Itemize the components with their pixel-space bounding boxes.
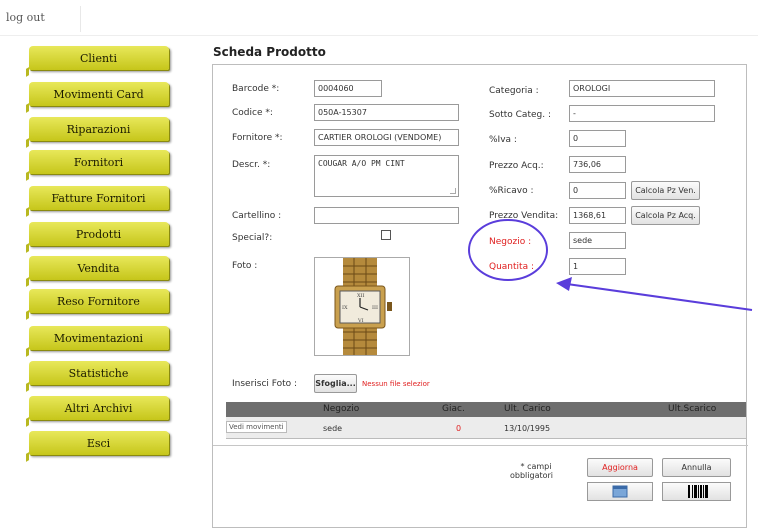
- negozio-field[interactable]: sede: [569, 232, 626, 249]
- negozio-label: Negozio :: [489, 237, 532, 247]
- sidebar-item-label: Movimenti Card: [53, 88, 144, 101]
- codice-field[interactable]: 050A-15307: [314, 104, 459, 121]
- special-label: Special?:: [232, 233, 273, 243]
- descr-label: Descr. *:: [232, 160, 271, 170]
- sidebar-item-esci[interactable]: Esci: [26, 431, 171, 462]
- resize-grip-icon[interactable]: [450, 188, 456, 194]
- top-bar: log out: [0, 0, 758, 36]
- descr-textarea[interactable]: COUGAR A/O PM CINT: [314, 155, 459, 197]
- ricavo-field[interactable]: 0: [569, 182, 626, 199]
- sidebar-item-altri-archivi[interactable]: Altri Archivi: [26, 396, 171, 427]
- quantita-field[interactable]: 1: [569, 258, 626, 275]
- sidebar-item-fatture-fornitori[interactable]: Fatture Fornitori: [26, 186, 171, 217]
- sidebar-item-vendita[interactable]: Vendita: [26, 256, 171, 287]
- table-row: Vedi movimenti sede 0 13/10/1995: [226, 417, 746, 439]
- page-title: Scheda Prodotto: [213, 45, 326, 59]
- svg-text:XII: XII: [357, 293, 365, 299]
- sidebar-item-reso-fornitore[interactable]: Reso Fornitore: [26, 289, 171, 320]
- annulla-button[interactable]: Annulla: [662, 458, 731, 477]
- sidebar-item-label: Fornitori: [73, 156, 124, 169]
- sidebar-item-movimenti-card[interactable]: Movimenti Card: [26, 82, 171, 113]
- fornitore-label: Fornitore *:: [232, 133, 283, 143]
- column-header: Ult.Scarico: [668, 404, 717, 414]
- codice-label: Codice *:: [232, 108, 273, 118]
- watch-photo: XII III VI IX: [334, 258, 392, 355]
- foto-label: Foto :: [232, 261, 258, 271]
- sidebar-item-label: Prodotti: [75, 228, 122, 241]
- sidebar-item-fornitori[interactable]: Fornitori: [26, 150, 171, 181]
- sidebar-item-label: Vendita: [77, 262, 120, 275]
- calendar-icon: [612, 485, 628, 498]
- barcode-label: Barcode *:: [232, 84, 280, 94]
- sidebar-item-clienti[interactable]: Clienti: [26, 46, 171, 77]
- column-header: Ult. Carico: [504, 404, 551, 414]
- special-checkbox[interactable]: [381, 230, 391, 240]
- no-file-selected-text: Nessun file selezior: [362, 380, 430, 388]
- barcode-icon: [688, 485, 708, 498]
- sidebar-item-label: Clienti: [80, 52, 117, 65]
- cartellino-label: Cartellino :: [232, 211, 282, 221]
- vedi-movimenti-link[interactable]: Vedi movimenti: [226, 421, 287, 433]
- sidebar-item-label: Esci: [86, 437, 111, 450]
- sotto-categ-label: Sotto Categ. :: [489, 110, 551, 120]
- barcode-field[interactable]: 0004060: [314, 80, 382, 97]
- divider: [80, 6, 81, 32]
- sidebar-item-prodotti[interactable]: Prodotti: [26, 222, 171, 253]
- quantita-label: Quantita :: [489, 262, 534, 272]
- svg-text:III: III: [372, 305, 378, 311]
- iva-label: %Iva :: [489, 135, 517, 145]
- column-header: Negozio: [323, 404, 360, 414]
- negozio-cell: sede: [323, 424, 343, 433]
- iva-field[interactable]: 0: [569, 130, 626, 147]
- calendar-button[interactable]: [587, 482, 653, 501]
- aggiorna-button[interactable]: Aggiorna: [587, 458, 653, 477]
- required-note: obbligatori: [510, 471, 554, 480]
- sotto-categ-field[interactable]: -: [569, 105, 715, 122]
- sidebar-item-movimentazioni[interactable]: Movimentazioni: [26, 326, 171, 357]
- ricavo-label: %Ricavo :: [489, 186, 534, 196]
- sidebar-item-label: Altri Archivi: [64, 402, 133, 415]
- barcode-button[interactable]: [662, 482, 731, 501]
- giac-cell: 0: [456, 424, 462, 433]
- sidebar-item-label: Reso Fornitore: [57, 295, 140, 308]
- sidebar-item-label: Movimentazioni: [53, 332, 144, 345]
- prezzo-acq-field[interactable]: 736,06: [569, 156, 626, 173]
- logout-link[interactable]: log out: [6, 11, 45, 24]
- cartellino-field[interactable]: [314, 207, 459, 224]
- sidebar-item-statistiche[interactable]: Statistiche: [26, 361, 171, 392]
- svg-text:IX: IX: [342, 305, 348, 311]
- calcola-pz-acq-button[interactable]: Calcola Pz Acq.: [631, 206, 700, 225]
- svg-text:VI: VI: [357, 318, 364, 324]
- prezzo-vendita-field[interactable]: 1368,61: [569, 207, 626, 224]
- sidebar-item-riparazioni[interactable]: Riparazioni: [26, 117, 171, 148]
- categoria-label: Categoria :: [489, 86, 539, 96]
- required-note: * campi: [520, 462, 552, 471]
- fornitore-field[interactable]: CARTIER OROLOGI (VENDOME): [314, 129, 459, 146]
- prezzo-acq-label: Prezzo Acq.:: [489, 161, 544, 171]
- descr-value: COUGAR A/O PM CINT: [318, 159, 405, 168]
- divider: [213, 445, 748, 446]
- product-form: Barcode *: 0004060 Codice *: 050A-15307 …: [212, 64, 748, 528]
- sidebar-item-label: Statistiche: [68, 367, 129, 380]
- calcola-pz-ven-button[interactable]: Calcola Pz Ven.: [631, 181, 700, 200]
- sidebar-item-label: Riparazioni: [66, 123, 131, 136]
- ult-carico-cell: 13/10/1995: [504, 424, 551, 433]
- movements-table-header: Negozio Giac. Ult. Carico Ult.Scarico: [226, 402, 746, 417]
- prezzo-vendita-label: Prezzo Vendita:: [489, 211, 559, 221]
- categoria-field[interactable]: OROLOGI: [569, 80, 715, 97]
- sidebar-item-label: Fatture Fornitori: [51, 192, 146, 205]
- sfoglia-button[interactable]: Sfoglia...: [314, 374, 357, 393]
- inserisci-foto-label: Inserisci Foto :: [232, 379, 298, 389]
- column-header: Giac.: [442, 404, 465, 414]
- product-photo: XII III VI IX: [314, 257, 410, 356]
